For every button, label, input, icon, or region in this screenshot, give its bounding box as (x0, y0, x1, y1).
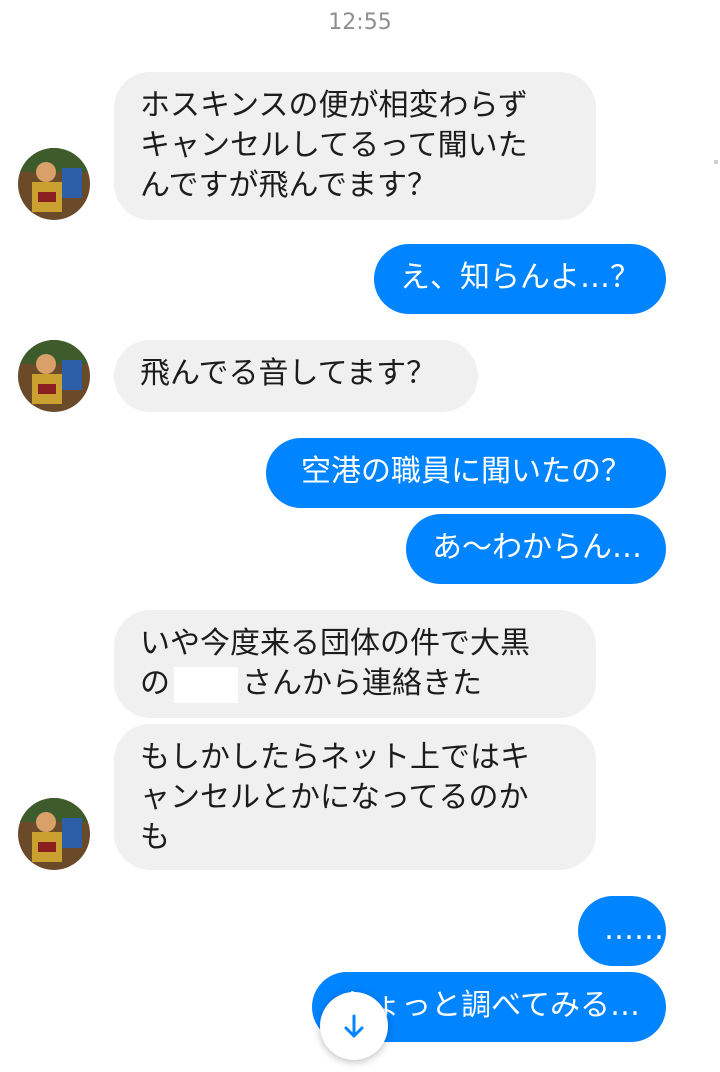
message-line-with-redaction: の さんから連絡きた (140, 664, 570, 704)
incoming-message-bubble[interactable]: ホスキンスの便が相変わらず キャンセルしてるって聞いた んですが飛んでます？ (114, 72, 596, 220)
contact-avatar[interactable] (18, 798, 90, 870)
redaction-block (174, 666, 238, 703)
incoming-message-bubble[interactable]: もしかしたらネット上ではキ ャンセルとかになってるのか も (114, 724, 596, 870)
message-text: あ〜わからん… (432, 530, 642, 565)
outgoing-message-bubble[interactable]: …… (578, 896, 666, 966)
message-line: んですが飛んでます？ (140, 168, 437, 203)
outgoing-message-bubble[interactable]: あ〜わからん… (406, 514, 666, 584)
message-line: ホスキンスの便が相変わらず (140, 88, 528, 123)
message-line: もしかしたらネット上ではキ (140, 740, 530, 775)
message-text: の (140, 666, 170, 701)
message-text: え、知らんよ…？ (400, 260, 640, 295)
message-text: さんから連絡きた (242, 666, 482, 701)
incoming-message-bubble[interactable]: いや今度来る団体の件で大黒 の さんから連絡きた (114, 610, 596, 718)
message-line: も (140, 820, 170, 855)
message-text: 飛んでる音してます？ (140, 356, 437, 391)
scroll-to-bottom-button[interactable] (320, 992, 388, 1060)
outgoing-message-bubble[interactable]: え、知らんよ…？ (374, 244, 666, 314)
message-timestamp: 12:55 (328, 10, 392, 35)
contact-avatar[interactable] (18, 148, 90, 220)
message-line: ャンセルとかになってるのか (140, 780, 529, 815)
message-text: 空港の職員に聞いたの？ (301, 454, 631, 489)
incoming-message-bubble[interactable]: 飛んでる音してます？ (114, 340, 478, 412)
contact-avatar[interactable] (18, 340, 90, 412)
message-line: キャンセルしてるって聞いた (140, 128, 528, 163)
outgoing-message-bubble[interactable]: 空港の職員に聞いたの？ (266, 438, 666, 508)
message-line: いや今度来る団体の件で大黒 (140, 626, 530, 661)
arrow-down-icon (344, 1014, 364, 1038)
edge-mark (714, 160, 718, 164)
message-text: …… (604, 912, 664, 947)
